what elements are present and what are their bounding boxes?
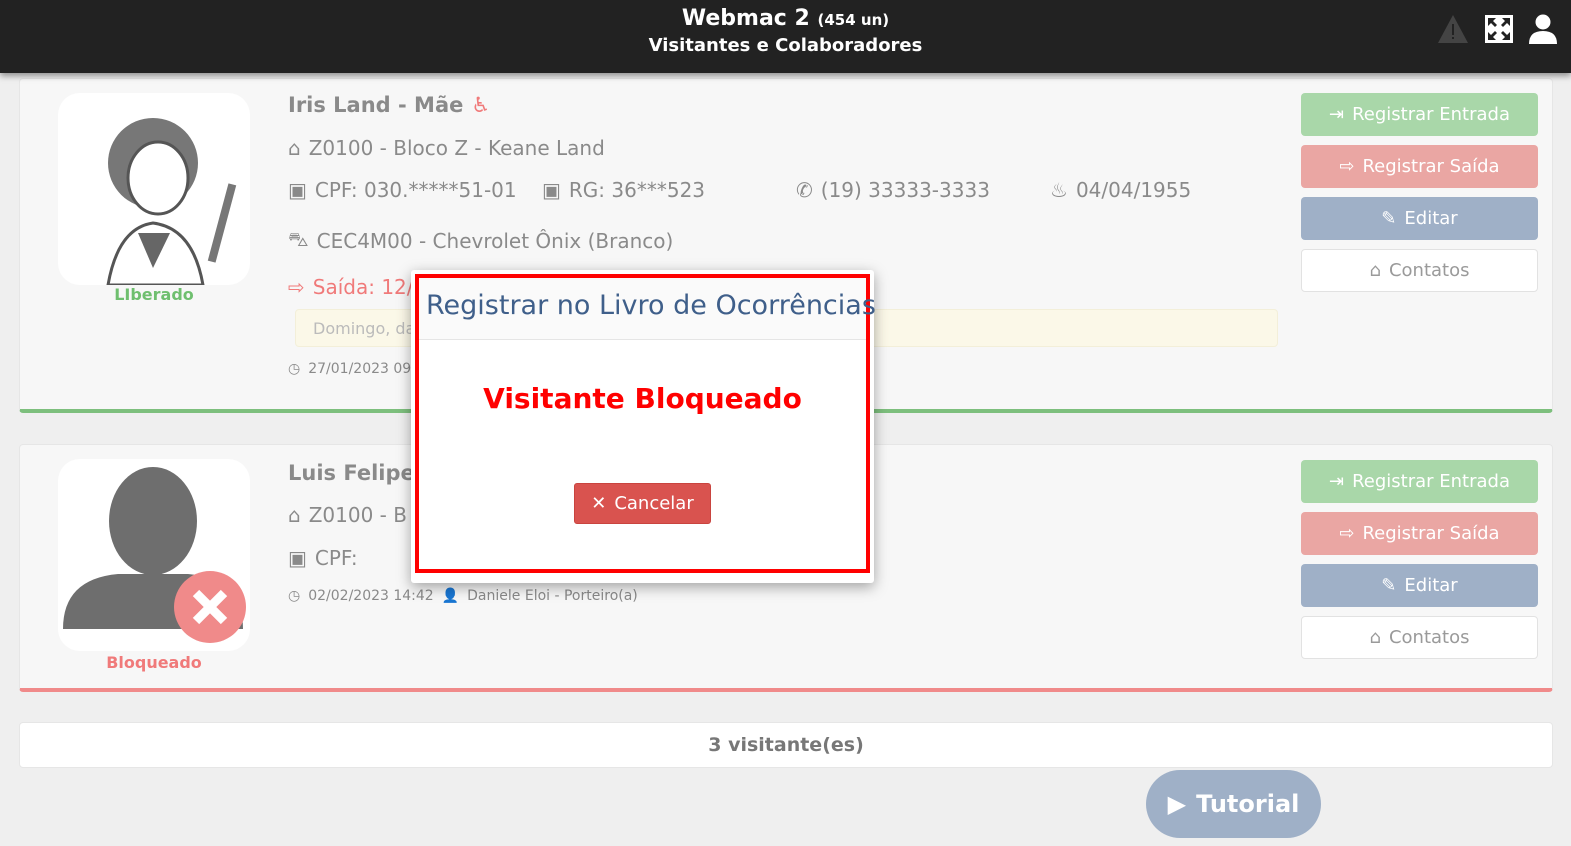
visitor-phone: (19) 33333-3333: [820, 178, 990, 202]
visitor-rg: RG: 36***523: [568, 178, 706, 202]
register-exit-button[interactable]: ⇨ Registrar Saída: [1301, 512, 1538, 555]
app-title: Webmac 2: [681, 6, 810, 31]
record-timestamp: 02/02/2023 14:42: [308, 588, 434, 604]
visitor-cpf: CPF:: [314, 546, 358, 570]
sign-in-icon: ⇥: [1328, 104, 1345, 125]
home-icon: ⌂: [288, 503, 301, 527]
blocked-message: Visitante Bloqueado: [483, 382, 802, 415]
id-card-icon: ▣: [288, 178, 307, 202]
edit-button[interactable]: ✎ Editar: [1301, 564, 1538, 607]
page-subtitle: Visitantes e Colaboradores: [648, 35, 923, 56]
register-entry-button[interactable]: ⇥ Registrar Entrada: [1301, 93, 1538, 136]
home-icon: ⌂: [288, 136, 301, 160]
id-card-icon: ▣: [542, 178, 561, 202]
modal-title: Registrar no Livro de Ocorrências: [419, 278, 876, 340]
visitor-birthdate: 04/04/1955: [1075, 178, 1192, 202]
car-icon: ⛍: [288, 227, 309, 251]
avatar: [58, 93, 250, 285]
tutorial-button[interactable]: ▶ Tutorial: [1146, 770, 1321, 838]
user-icon[interactable]: [1529, 14, 1557, 44]
top-bar: Webmac 2 (454 un) Visitantes e Colaborad…: [0, 0, 1571, 73]
birthday-cake-icon: ♨: [1050, 178, 1068, 202]
contacts-button[interactable]: ⌂ Contatos: [1301, 249, 1538, 292]
exit-time: Saída: 12/: [312, 275, 414, 299]
user-icon: 👤: [441, 588, 460, 604]
phone-icon: ✆: [796, 178, 813, 202]
unit-count: (454 un): [817, 11, 890, 29]
contacts-button[interactable]: ⌂ Contatos: [1301, 616, 1538, 659]
visitor-name: Iris Land - Mãe: [288, 93, 464, 117]
visitor-cpf: CPF: 030.*****51-01: [314, 178, 517, 202]
register-entry-button[interactable]: ⇥ Registrar Entrada: [1301, 460, 1538, 503]
warning-icon[interactable]: [1437, 14, 1469, 44]
avatar: [58, 459, 250, 651]
record-author: Daniele Eloi - Porteiro(a): [467, 588, 638, 604]
clock-icon: ◷: [288, 588, 301, 604]
pencil-icon: ✎: [1381, 208, 1397, 229]
status-label: LIberado: [114, 285, 194, 304]
wheelchair-icon: ♿: [471, 93, 491, 117]
occurrence-modal: Registrar no Livro de Ocorrências Visita…: [411, 270, 876, 583]
pencil-icon: ✎: [1381, 575, 1397, 596]
register-exit-button[interactable]: ⇨ Registrar Saída: [1301, 145, 1538, 188]
home-icon: ⌂: [1369, 627, 1381, 648]
expand-icon[interactable]: [1485, 15, 1513, 43]
visitor-count: 3 visitante(es): [19, 722, 1553, 768]
record-timestamp: 27/01/2023 09: [308, 361, 412, 377]
id-card-icon: ▣: [288, 546, 307, 570]
sign-out-icon: ⇨: [1339, 523, 1355, 544]
clock-icon: ◷: [288, 361, 301, 377]
sign-in-icon: ⇥: [1328, 471, 1345, 492]
home-icon: ⌂: [1369, 260, 1381, 281]
play-icon: ▶: [1167, 790, 1187, 818]
sign-out-icon: ⇨: [288, 275, 305, 299]
close-icon: ✕: [591, 493, 607, 514]
cancel-button[interactable]: ✕ Cancelar: [574, 483, 711, 524]
visitor-unit: Z0100 - Bloco Z - Keane Land: [308, 136, 605, 160]
visitor-vehicle: CEC4M00 - Chevrolet Ônix (Branco): [316, 228, 674, 253]
status-label: Bloqueado: [106, 653, 202, 672]
visitor-name: Luis Felipe -: [288, 461, 431, 485]
edit-button[interactable]: ✎ Editar: [1301, 197, 1538, 240]
sign-out-icon: ⇨: [1339, 156, 1355, 177]
visitor-unit: Z0100 - B: [308, 503, 407, 527]
